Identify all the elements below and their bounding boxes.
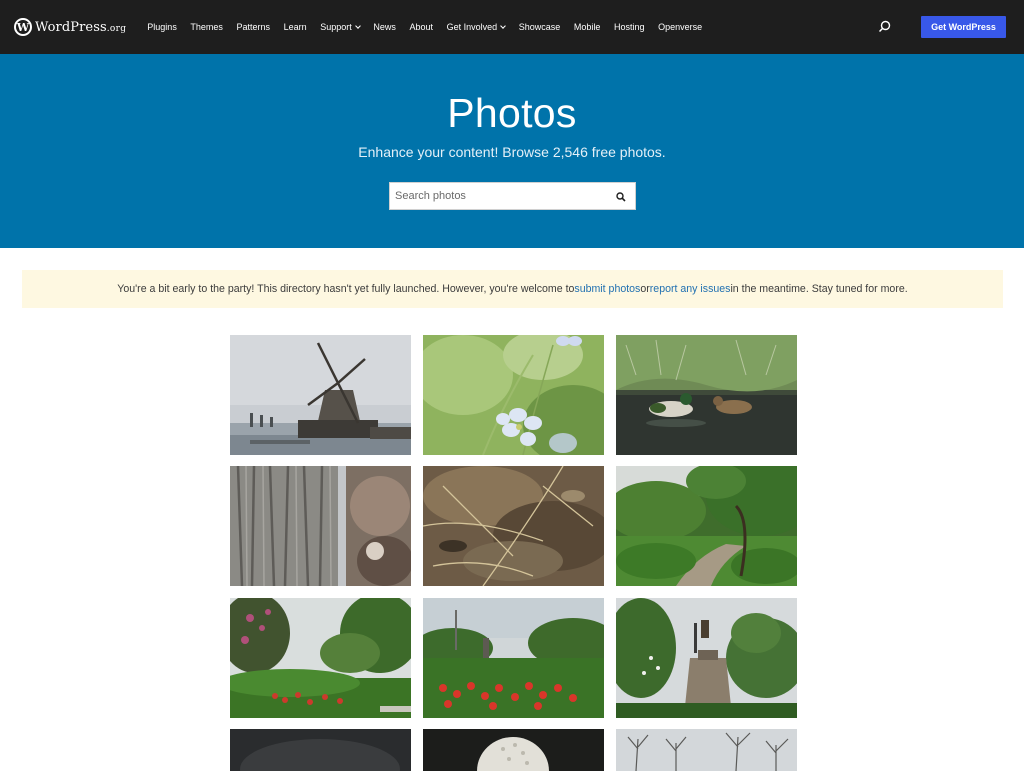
photo-tree-bark[interactable] [230, 466, 411, 586]
chevron-down-icon [354, 22, 361, 29]
photo-image [423, 729, 604, 771]
photo-image [616, 335, 797, 455]
nav-item-patterns[interactable]: Patterns [237, 22, 271, 32]
photo-image [230, 598, 411, 718]
search-submit-button[interactable] [615, 190, 627, 202]
nav-item-themes[interactable]: Themes [190, 22, 223, 32]
notice-text: You're a bit early to the party! This di… [117, 283, 575, 295]
nav-label: Plugins [147, 22, 177, 32]
photo-park-trees[interactable] [230, 598, 411, 718]
submit-photos-link[interactable]: submit photos [574, 283, 640, 295]
photo-statue-monument[interactable] [616, 598, 797, 718]
photo-image [616, 598, 797, 718]
get-wordpress-button[interactable]: Get WordPress [921, 16, 1006, 38]
nav-label: Openverse [658, 22, 703, 32]
page-subtitle: Enhance your content! Browse 2,546 free … [358, 144, 666, 160]
photo-image [616, 729, 797, 771]
photo-windmill[interactable] [230, 335, 411, 455]
nav-label: About [409, 22, 434, 32]
photo-image [423, 598, 604, 718]
nav-label: Hosting [614, 22, 645, 32]
nav-label: News [373, 22, 396, 32]
notice-text: or [640, 283, 650, 295]
wordpress-logo-icon: W [14, 18, 32, 36]
nav-label: Learn [283, 22, 307, 32]
page-title: Photos [447, 90, 577, 136]
main-nav: Plugins Themes Patterns Learn Support Ne… [147, 0, 715, 54]
photo-image [230, 729, 411, 771]
wordpress-logo-text: WordPress.org [35, 20, 126, 35]
nav-item-plugins[interactable]: Plugins [147, 22, 177, 32]
nav-item-get-involved[interactable]: Get Involved [446, 22, 507, 32]
search-input[interactable] [390, 183, 605, 209]
photo-garden-path[interactable] [616, 466, 797, 586]
nav-item-news[interactable]: News [373, 22, 396, 32]
photo-shallow-water[interactable] [423, 466, 604, 586]
search-icon [616, 192, 626, 202]
wordpress-logo[interactable]: W WordPress.org [14, 0, 126, 54]
logo-word: WordPress [35, 19, 107, 35]
photo-image [423, 335, 604, 455]
nav-item-about[interactable]: About [410, 22, 434, 32]
nav-item-openverse[interactable]: Openverse [658, 22, 702, 32]
logo-suffix: .org [106, 23, 127, 34]
nav-label: Themes [190, 22, 223, 32]
chevron-down-icon [500, 22, 507, 29]
nav-item-support[interactable]: Support [320, 22, 361, 32]
photo-image [230, 335, 411, 455]
nav-item-showcase[interactable]: Showcase [519, 22, 561, 32]
photo-dark[interactable] [230, 729, 411, 771]
search-icon[interactable] [878, 20, 891, 33]
photo-dandelion[interactable] [423, 729, 604, 771]
nav-label: Support [320, 22, 352, 32]
photo-bare-trees[interactable] [616, 729, 797, 771]
photo-image [423, 466, 604, 586]
nav-label: Mobile [573, 22, 601, 32]
photo-image [230, 466, 411, 586]
report-issues-link[interactable]: report any issues [650, 283, 731, 295]
notice-text: in the meantime. Stay tuned for more. [730, 283, 908, 295]
nav-item-mobile[interactable]: Mobile [574, 22, 601, 32]
photo-ducks-pond[interactable] [616, 335, 797, 455]
photo-image [616, 466, 797, 586]
photos-hero: Photos Enhance your content! Browse 2,54… [0, 54, 1024, 248]
nav-item-learn[interactable]: Learn [284, 22, 307, 32]
photo-blue-flower[interactable] [423, 335, 604, 455]
nav-label: Showcase [518, 22, 561, 32]
early-launch-notice: You're a bit early to the party! This di… [22, 270, 1003, 308]
nav-label: Get Involved [446, 22, 498, 32]
global-header: W WordPress.org Plugins Themes Patterns … [0, 0, 1024, 54]
photo-garden-red-flowers[interactable] [423, 598, 604, 718]
photo-search-form [389, 182, 636, 210]
nav-item-hosting[interactable]: Hosting [614, 22, 645, 32]
nav-label: Patterns [236, 22, 271, 32]
